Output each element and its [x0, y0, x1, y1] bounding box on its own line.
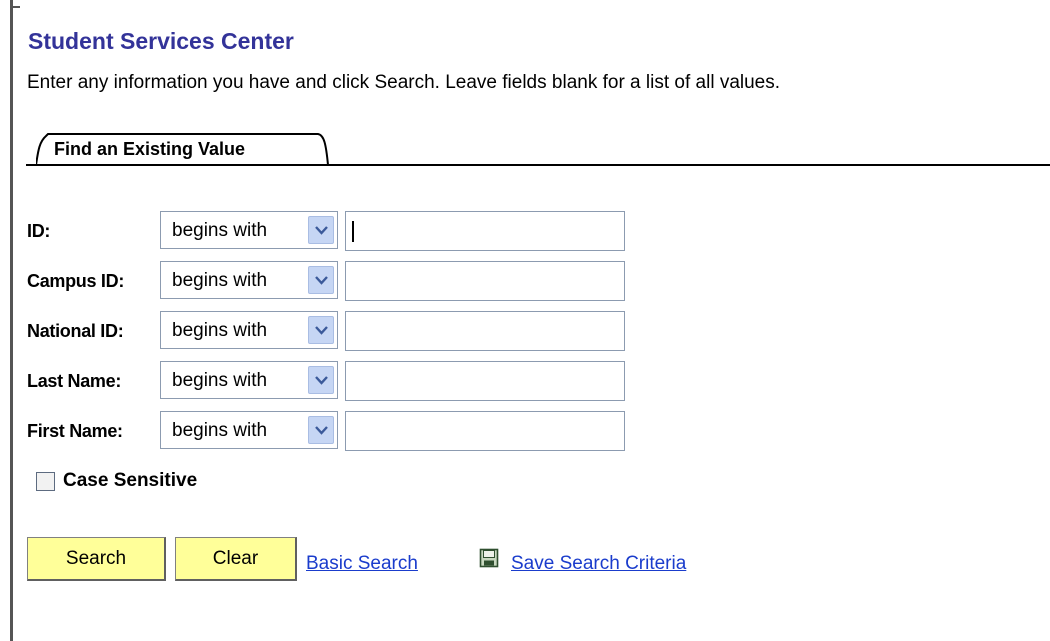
field-label-id: ID:	[27, 221, 51, 241]
id-operator-select[interactable]: begins with	[160, 211, 338, 249]
field-label-first-name: First Name:	[27, 421, 123, 441]
operator-value: begins with	[172, 420, 268, 441]
first-name-input[interactable]	[345, 411, 625, 451]
text-cursor	[352, 221, 354, 242]
left-border-rule	[10, 0, 13, 641]
id-input[interactable]	[345, 211, 625, 251]
campus-id-operator-select[interactable]: begins with	[160, 261, 338, 299]
operator-value: begins with	[172, 320, 268, 341]
page-title: Student Services Center	[28, 28, 294, 54]
national-id-input[interactable]	[345, 311, 625, 351]
page-instructions: Enter any information you have and click…	[27, 72, 781, 93]
case-sensitive-label[interactable]: Case Sensitive	[63, 470, 197, 492]
tab-label: Find an Existing Value	[54, 139, 246, 159]
save-search-criteria-link[interactable]: Save Search Criteria	[511, 553, 686, 575]
field-label-campus-id: Campus ID:	[27, 271, 125, 291]
last-name-input[interactable]	[345, 361, 625, 401]
campus-id-input[interactable]	[345, 261, 625, 301]
tab-baseline	[26, 164, 1050, 166]
field-label-last-name: Last Name:	[27, 371, 122, 391]
clear-button[interactable]: Clear	[175, 537, 297, 581]
chevron-down-icon[interactable]	[308, 416, 334, 444]
field-label-national-id: National ID:	[27, 321, 124, 341]
chevron-down-icon[interactable]	[308, 316, 334, 344]
search-button[interactable]: Search	[27, 537, 166, 581]
chevron-down-icon[interactable]	[308, 366, 334, 394]
chevron-down-icon[interactable]	[308, 266, 334, 294]
save-disk-icon[interactable]	[479, 548, 499, 568]
last-name-operator-select[interactable]: begins with	[160, 361, 338, 399]
basic-search-link[interactable]: Basic Search	[306, 553, 418, 575]
operator-value: begins with	[172, 370, 268, 391]
operator-value: begins with	[172, 270, 268, 291]
national-id-operator-select[interactable]: begins with	[160, 311, 338, 349]
tab-find-existing-value[interactable]: Find an Existing Value	[36, 132, 332, 166]
top-border-tick	[10, 6, 20, 8]
case-sensitive-checkbox[interactable]	[36, 472, 55, 491]
chevron-down-icon[interactable]	[308, 216, 334, 244]
first-name-operator-select[interactable]: begins with	[160, 411, 338, 449]
operator-value: begins with	[172, 220, 268, 241]
